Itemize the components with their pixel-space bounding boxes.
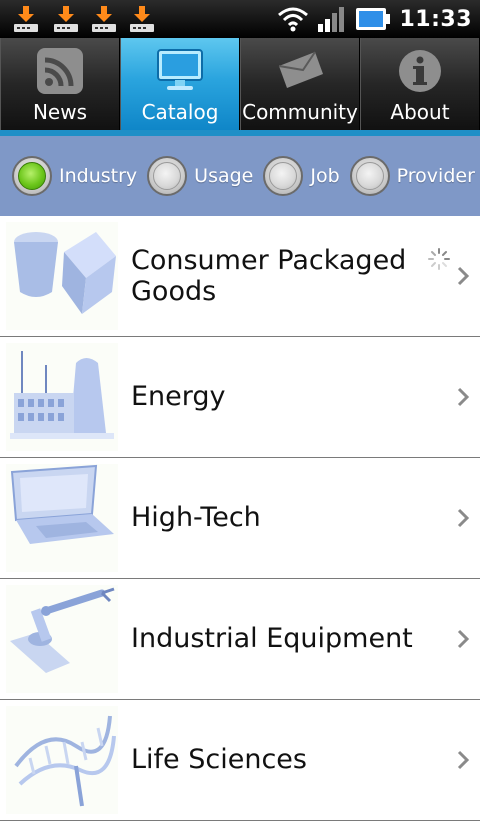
download-icon — [92, 6, 116, 32]
filter-bar: Industry Usage Job Provider — [0, 136, 480, 216]
filter-provider[interactable]: Provider — [349, 156, 480, 196]
battery-icon — [356, 8, 391, 30]
tab-label: Community — [242, 100, 358, 124]
radio-button[interactable] — [263, 156, 304, 196]
industry-list: Consumer Packaged Goods Energy High-Tech… — [0, 216, 480, 821]
radio-button[interactable] — [349, 156, 390, 196]
packaged-goods-icon — [6, 222, 118, 330]
energy-plant-icon — [6, 343, 118, 451]
download-icon — [54, 6, 78, 32]
tab-about[interactable]: About — [360, 38, 480, 130]
status-bar: 11:33 — [0, 0, 480, 38]
wifi-icon — [278, 7, 309, 32]
chevron-right-icon — [457, 629, 470, 649]
list-item-label: Industrial Equipment — [131, 623, 413, 655]
clock: 11:33 — [399, 6, 472, 32]
tab-news[interactable]: News — [0, 38, 120, 130]
list-item-high-tech[interactable]: High-Tech — [0, 458, 480, 579]
signal-icon — [318, 7, 345, 32]
chevron-right-icon — [457, 266, 470, 286]
tab-catalog[interactable]: Catalog — [120, 38, 240, 130]
filter-job[interactable]: Job — [263, 156, 345, 196]
info-icon — [399, 50, 441, 92]
radio-button[interactable] — [12, 156, 52, 196]
robot-arm-icon — [6, 585, 118, 693]
chevron-right-icon — [457, 508, 470, 528]
loading-spinner-icon — [428, 248, 450, 270]
monitor-icon — [157, 49, 203, 90]
filter-label: Usage — [194, 165, 254, 187]
dna-icon — [6, 706, 118, 814]
tab-bar: News Catalog Community About — [0, 38, 480, 130]
download-icon — [14, 6, 38, 32]
filter-label: Industry — [59, 165, 138, 187]
list-item-life-sciences[interactable]: Life Sciences — [0, 700, 480, 821]
chevron-right-icon — [457, 387, 470, 407]
list-item-label: Consumer Packaged Goods — [131, 244, 407, 307]
filter-usage[interactable]: Usage — [147, 156, 259, 196]
rss-icon — [37, 48, 83, 94]
filter-label: Provider — [396, 165, 475, 187]
list-item-energy[interactable]: Energy — [0, 337, 480, 458]
list-item-label: Energy — [131, 381, 226, 413]
list-item-label: Life Sciences — [131, 744, 307, 776]
tab-label: Catalog — [141, 100, 219, 124]
tab-label: News — [32, 100, 88, 124]
list-item-industrial-equipment[interactable]: Industrial Equipment — [0, 579, 480, 700]
list-item-consumer-packaged-goods[interactable]: Consumer Packaged Goods — [0, 216, 480, 337]
chevron-right-icon — [457, 750, 470, 770]
list-item-label: High-Tech — [131, 502, 261, 534]
filter-industry[interactable]: Industry — [12, 156, 143, 196]
radio-button[interactable] — [147, 156, 188, 196]
filter-label: Job — [310, 165, 340, 187]
download-icon — [130, 6, 154, 32]
laptop-icon — [6, 464, 118, 572]
tab-label: About — [390, 100, 450, 124]
tab-community[interactable]: Community — [240, 38, 360, 130]
envelope-icon — [278, 51, 323, 88]
